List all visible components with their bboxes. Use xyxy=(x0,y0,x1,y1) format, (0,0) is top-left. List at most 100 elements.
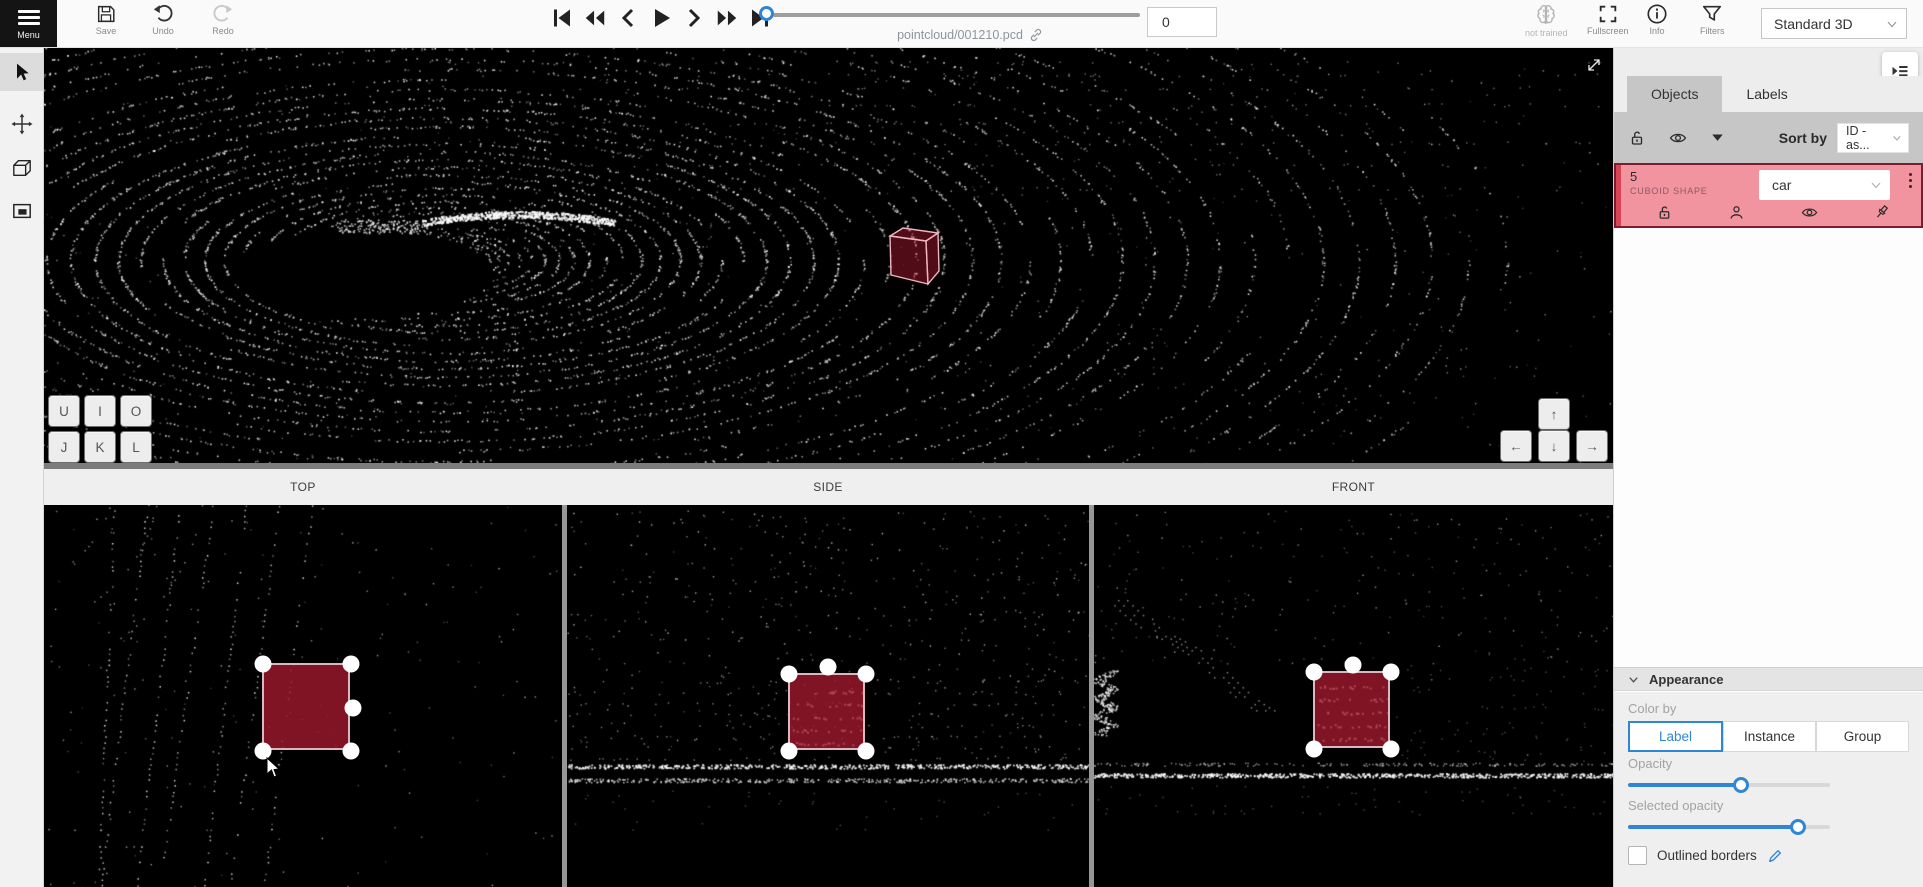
previous-frame-button[interactable] xyxy=(616,5,640,31)
frame-number-input[interactable] xyxy=(1147,7,1217,37)
color-by-label-option[interactable]: Label xyxy=(1628,721,1723,752)
sort-by-value: ID - as... xyxy=(1846,124,1892,152)
cuboid-tool-button[interactable] xyxy=(0,149,43,187)
timeline-slider-handle[interactable] xyxy=(759,6,774,21)
fullscreen-button[interactable]: Fullscreen xyxy=(1587,3,1629,36)
selected-opacity-slider-handle[interactable] xyxy=(1790,819,1806,835)
hotkey-j[interactable]: J xyxy=(48,431,80,463)
nav-up-button[interactable]: ↑ xyxy=(1538,398,1570,430)
sort-by-label: Sort by xyxy=(1779,130,1827,146)
nav-left-button[interactable]: ← xyxy=(1500,430,1532,462)
lock-icon xyxy=(1628,129,1646,147)
side-ortho-view[interactable] xyxy=(567,505,1089,887)
hotkey-k[interactable]: K xyxy=(84,431,116,463)
info-button[interactable]: Info xyxy=(1646,3,1668,36)
color-by-instance-option[interactable]: Instance xyxy=(1723,721,1816,752)
filters-button[interactable]: Filters xyxy=(1700,3,1725,36)
cuboid-resize-handle-mr[interactable] xyxy=(345,699,362,716)
tab-labels[interactable]: Labels xyxy=(1722,76,1811,112)
selected-opacity-slider[interactable] xyxy=(1628,818,1830,836)
cuboid-resize-handle-tr[interactable] xyxy=(343,656,360,673)
sort-by-select[interactable]: ID - as... xyxy=(1837,123,1909,153)
appearance-section-header[interactable]: Appearance xyxy=(1614,667,1923,691)
nav-down-button[interactable]: ↓ xyxy=(1538,430,1570,462)
hotkey-u[interactable]: U xyxy=(48,395,80,427)
hotkey-l[interactable]: L xyxy=(120,431,152,463)
color-by-label: Color by xyxy=(1628,701,1909,716)
object-assignee-button[interactable] xyxy=(1728,204,1745,221)
cuboid-resize-handle-tc[interactable] xyxy=(1344,657,1361,674)
top-ortho-view[interactable] xyxy=(44,505,562,887)
expand-view-icon[interactable] xyxy=(1584,55,1604,80)
cuboid-resize-handle-bl[interactable] xyxy=(781,743,798,760)
fullscreen-icon xyxy=(1597,3,1619,25)
object-id: 5 xyxy=(1630,169,1637,184)
cuboid-resize-handle-tl[interactable] xyxy=(781,666,798,683)
cuboid-resize-handle-tr[interactable] xyxy=(1383,664,1400,681)
cuboid-resize-handle-tl[interactable] xyxy=(255,656,272,673)
object-visibility-button[interactable] xyxy=(1800,204,1819,221)
outlined-borders-row: Outlined borders xyxy=(1628,846,1909,865)
redo-button[interactable]: Redo xyxy=(212,3,234,36)
info-icon xyxy=(1646,3,1668,25)
move-tool-button[interactable] xyxy=(0,105,43,143)
color-by-group-option[interactable]: Group xyxy=(1816,721,1909,752)
panel-tabs: Objects Labels xyxy=(1614,76,1923,112)
eye-icon xyxy=(1800,204,1819,221)
cuboid-resize-handle-br[interactable] xyxy=(343,743,360,760)
outlined-borders-checkbox[interactable] xyxy=(1628,846,1647,865)
object-menu-button[interactable] xyxy=(1903,173,1917,188)
main-3d-view[interactable]: U I O J K L ↑ ← ↓ → xyxy=(42,47,1613,463)
object-pin-button[interactable] xyxy=(1874,204,1891,221)
pin-icon xyxy=(1874,204,1891,221)
tab-objects[interactable]: Objects xyxy=(1627,76,1722,112)
fullscreen-label: Fullscreen xyxy=(1587,26,1629,36)
side-view-cuboid[interactable] xyxy=(788,673,865,750)
nav-right-button[interactable]: → xyxy=(1576,430,1608,462)
front-view-cuboid[interactable] xyxy=(1313,671,1390,748)
filename-text: pointcloud/001210.pcd xyxy=(897,28,1023,42)
object-category-select[interactable]: car xyxy=(1759,170,1890,200)
fast-forward-button[interactable] xyxy=(715,5,739,31)
cuboid-resize-handle-tc[interactable] xyxy=(819,659,836,676)
opacity-slider[interactable] xyxy=(1628,776,1830,794)
edit-pencil-icon[interactable] xyxy=(1767,848,1783,864)
appearance-section: Color by Label Instance Group Opacity Se… xyxy=(1614,692,1923,887)
expand-all-dropdown[interactable] xyxy=(1710,131,1725,145)
hotkey-i[interactable]: I xyxy=(84,395,116,427)
view-mode-select[interactable]: Standard 3D xyxy=(1761,8,1907,39)
hamburger-icon xyxy=(18,10,40,25)
front-ortho-view[interactable] xyxy=(1094,505,1613,887)
timeline-slider-track[interactable] xyxy=(773,13,1140,17)
image-overlay-icon xyxy=(11,201,33,221)
lock-all-button[interactable] xyxy=(1628,129,1646,147)
select-tool-button[interactable] xyxy=(0,53,43,91)
object-card[interactable]: 5 CUBOID SHAPE car xyxy=(1614,163,1923,228)
next-frame-button[interactable] xyxy=(682,5,706,31)
visibility-all-button[interactable] xyxy=(1668,129,1688,147)
image-view-tool-button[interactable] xyxy=(0,192,43,230)
menu-button[interactable]: Menu xyxy=(0,0,57,47)
panel-top-strip xyxy=(1614,47,1923,76)
top-view-cuboid[interactable] xyxy=(262,663,350,750)
object-lock-button[interactable] xyxy=(1656,204,1673,221)
save-button[interactable]: Save xyxy=(95,3,117,36)
play-button[interactable] xyxy=(649,5,673,31)
hotkey-o[interactable]: O xyxy=(120,395,152,427)
cuboid-resize-handle-bl[interactable] xyxy=(255,743,272,760)
cuboid-resize-handle-tl[interactable] xyxy=(1306,664,1323,681)
undo-button[interactable]: Undo xyxy=(152,3,174,36)
cuboid-resize-handle-br[interactable] xyxy=(858,743,875,760)
cuboid-resize-handle-br[interactable] xyxy=(1383,741,1400,758)
cuboid-resize-handle-bl[interactable] xyxy=(1306,741,1323,758)
save-label: Save xyxy=(96,26,117,36)
main-3d-canvas[interactable] xyxy=(42,47,1613,463)
model-status[interactable]: not trained xyxy=(1525,3,1568,38)
first-frame-button[interactable] xyxy=(550,5,574,31)
left-toolbar xyxy=(0,47,44,887)
filename-link[interactable]: pointcloud/001210.pcd xyxy=(840,28,1100,42)
opacity-slider-handle[interactable] xyxy=(1733,777,1749,793)
cuboid-resize-handle-tr[interactable] xyxy=(858,666,875,683)
chevron-down-icon xyxy=(1892,133,1902,143)
rewind-button[interactable] xyxy=(583,5,607,31)
